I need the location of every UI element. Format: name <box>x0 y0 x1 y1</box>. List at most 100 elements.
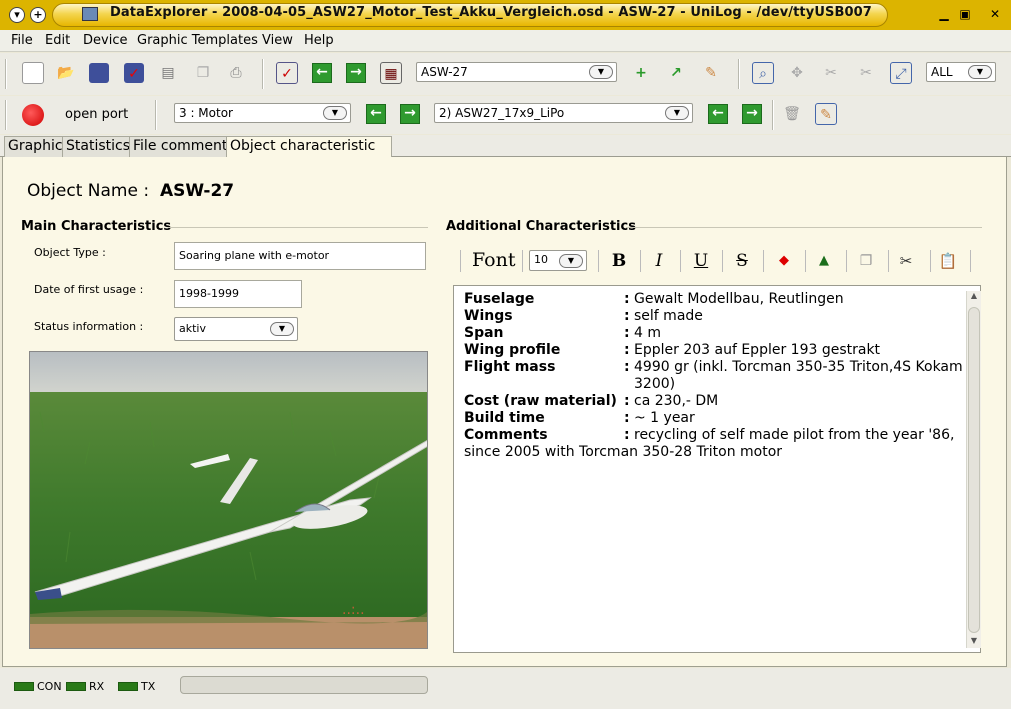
row-value: ca 230,- DM <box>634 393 719 409</box>
menu-view[interactable]: View <box>262 33 293 48</box>
font-button[interactable]: Font <box>472 249 515 271</box>
menu-edit[interactable]: Edit <box>45 33 70 48</box>
bold-icon[interactable]: B <box>605 248 633 274</box>
chevron-down-icon: ▼ <box>968 65 992 79</box>
menu-bar: File Edit Device Graphic Templates View … <box>0 30 1011 52</box>
device-select-icon[interactable]: ✓ <box>276 62 298 84</box>
app-icon <box>82 7 98 21</box>
additional-characteristics-heading: Additional Characteristics <box>446 219 636 234</box>
tab-statistics[interactable]: Statistics <box>62 136 134 157</box>
next-record-icon[interactable]: → <box>742 104 762 124</box>
object-edit-icon[interactable]: ▦ <box>380 62 402 84</box>
scroll-thumb[interactable] <box>968 307 980 633</box>
window-menu-icon[interactable]: ▾ <box>9 7 25 23</box>
font-size-select[interactable]: 10 ▼ <box>529 250 587 271</box>
cut2-disabled-icon[interactable]: ✂ <box>855 62 877 84</box>
font-size-value: 10 <box>534 253 548 266</box>
channel-select[interactable]: 3 : Motor ▼ <box>174 103 351 123</box>
prev-channel-icon[interactable]: ← <box>366 104 386 124</box>
record-select[interactable]: 2) ASW27_17x9_LiPo ▼ <box>434 103 693 123</box>
editor-toolbar: Font 10 ▼ B I U S ◆ ▲ ❐ ✂ 📋 <box>458 246 978 276</box>
tx-label: TX <box>141 680 156 693</box>
row-colon: : <box>624 291 630 307</box>
underline-icon[interactable]: U <box>687 248 715 274</box>
chevron-down-icon: ▼ <box>559 254 583 268</box>
toolbar-main: 📂 ✓ ▤ ❐ ⎙ ✓ ← → ▦ ASW-27 ▼ + ↗ ✎ ⌕ ✥ ✂ ✂… <box>0 53 1011 95</box>
zoom-select[interactable]: ALL ▼ <box>926 62 996 82</box>
settings-doc-icon[interactable]: ▤ <box>157 62 179 84</box>
object-type-label: Object Type : <box>34 246 106 259</box>
paste-text-icon[interactable]: 📋 <box>934 248 962 274</box>
prev-record-icon[interactable]: ← <box>708 104 728 124</box>
maximize-icon[interactable]: ▣ <box>956 6 974 24</box>
scroll-up-icon[interactable]: ▲ <box>968 291 980 303</box>
cut-text-icon[interactable]: ✂ <box>892 248 920 274</box>
list-item: Comments: recycling of self made pilot fr… <box>464 427 964 461</box>
text-color-icon[interactable]: ◆ <box>770 248 798 274</box>
chevron-down-icon: ▼ <box>665 106 689 120</box>
delete-record-icon[interactable]: 🗑 <box>781 103 803 125</box>
menu-device[interactable]: Device <box>83 33 127 48</box>
edit-object-icon[interactable]: ✎ <box>700 62 722 84</box>
open-port-label[interactable]: open port <box>65 107 128 122</box>
menu-file[interactable]: File <box>11 33 33 48</box>
new-file-icon[interactable] <box>22 62 44 84</box>
background-color-icon[interactable]: ▲ <box>810 248 838 274</box>
status-bar: CON RX TX <box>0 668 1011 709</box>
channel-select-value: 3 : Motor <box>179 106 233 120</box>
copy-icon[interactable]: ❐ <box>192 62 214 84</box>
object-select[interactable]: ASW-27 ▼ <box>416 62 617 82</box>
cut-disabled-icon[interactable]: ✂ <box>820 62 842 84</box>
tx-led-icon <box>118 682 138 691</box>
pin-icon[interactable]: + <box>30 7 46 23</box>
row-colon: : <box>624 410 630 426</box>
scroll-down-icon[interactable]: ▼ <box>968 636 980 648</box>
italic-icon[interactable]: I <box>645 248 673 274</box>
fit-icon[interactable]: ⤢ <box>890 62 912 84</box>
close-icon[interactable]: ✕ <box>986 6 1004 24</box>
status-select-value: aktiv <box>179 322 206 335</box>
row-key: Build time <box>464 410 545 426</box>
save-as-icon[interactable]: ✓ <box>124 63 144 83</box>
object-type-input[interactable]: Soaring plane with e-motor <box>174 242 426 270</box>
menu-graphic-templates[interactable]: Graphic Templates <box>137 33 258 48</box>
progress-bar <box>180 676 428 694</box>
first-usage-input[interactable]: 1998-1999 <box>174 280 302 308</box>
minimize-icon[interactable]: ▁ <box>935 6 953 24</box>
status-select[interactable]: aktiv ▼ <box>174 317 298 341</box>
next-channel-icon[interactable]: → <box>400 104 420 124</box>
row-value: ~ 1 year <box>634 410 695 426</box>
copy-text-icon[interactable]: ❐ <box>852 248 880 274</box>
tab-object-characteristic[interactable]: Object characteristic <box>226 136 393 159</box>
next-object-icon[interactable]: → <box>346 63 366 83</box>
edit-record-icon[interactable]: ✎ <box>815 103 837 125</box>
characteristics-list: Fuselage: Gewalt Modellbau, Reutlingen Wi… <box>464 291 964 461</box>
print-icon[interactable]: ⎙ <box>225 62 247 84</box>
row-value: Eppler 203 auf Eppler 193 gestrakt <box>634 342 881 358</box>
object-photo[interactable]: ..:.. <box>29 351 428 649</box>
editor-scrollbar[interactable]: ▲ ▼ <box>966 291 981 648</box>
strikethrough-icon[interactable]: S <box>728 248 756 274</box>
row-colon: : <box>624 359 630 375</box>
chevron-down-icon: ▼ <box>323 106 347 120</box>
object-name-label: Object Name : <box>27 181 150 201</box>
tab-file-comment[interactable]: File comment <box>129 136 232 157</box>
svg-text:..:..: ..:.. <box>342 602 365 618</box>
add-object-icon[interactable]: + <box>630 62 652 84</box>
open-folder-icon[interactable]: 📂 <box>55 62 77 84</box>
port-status-icon[interactable] <box>22 104 44 126</box>
save-icon[interactable] <box>89 63 109 83</box>
row-colon: : <box>624 308 630 324</box>
rx-label: RX <box>89 680 105 693</box>
export-object-icon[interactable]: ↗ <box>665 62 687 84</box>
list-item: Flight mass:4990 gr (inkl. Torcman 350-3… <box>464 359 964 393</box>
row-key: Comments <box>464 427 548 443</box>
additional-characteristics-editor[interactable]: Fuselage: Gewalt Modellbau, Reutlingen Wi… <box>453 285 981 653</box>
tab-graphic[interactable]: Graphic <box>4 136 67 157</box>
zoom-icon[interactable]: ⌕ <box>752 62 774 84</box>
prev-object-icon[interactable]: ← <box>312 63 332 83</box>
group-divider <box>626 227 982 228</box>
menu-help[interactable]: Help <box>304 33 334 48</box>
pan-icon[interactable]: ✥ <box>786 62 808 84</box>
con-label: CON <box>37 680 62 693</box>
